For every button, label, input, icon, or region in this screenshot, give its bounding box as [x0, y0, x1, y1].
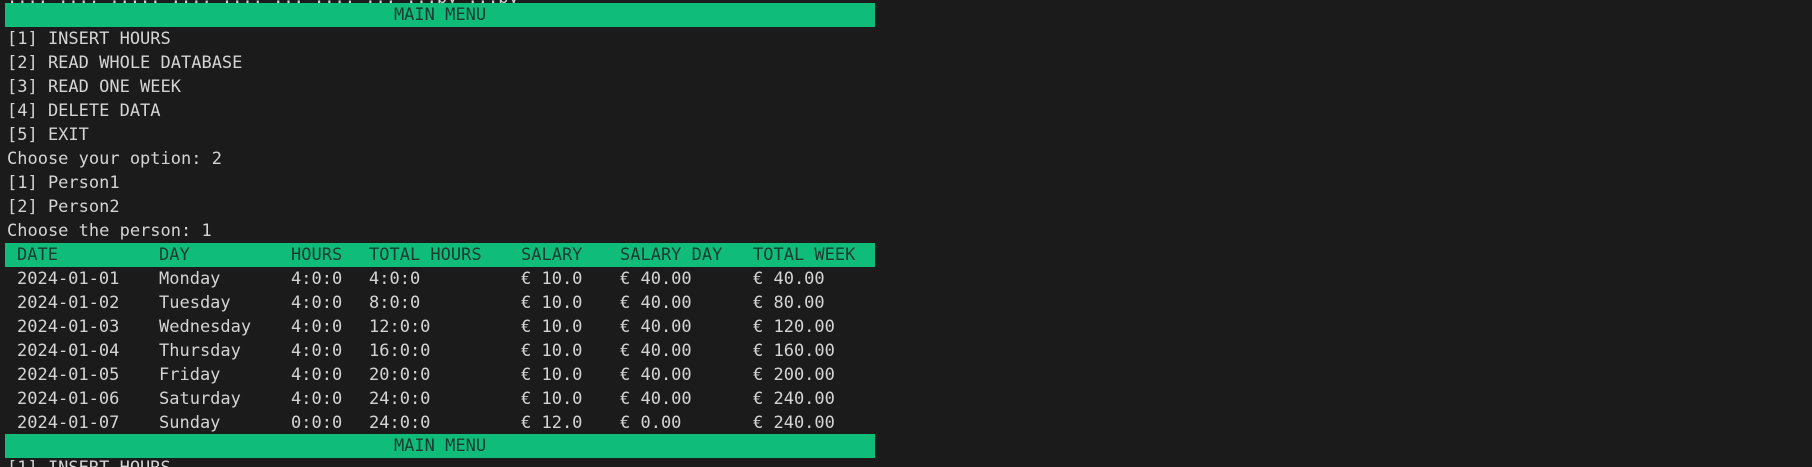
cell-hours: 4:0:0 [291, 269, 343, 289]
main-menu-banner: MAIN MENU [5, 3, 875, 27]
menu-option-delete-data: [4] DELETE DATA [7, 101, 161, 121]
cell-total-hours: 24:0:0 [369, 389, 431, 409]
header-total-week: TOTAL WEEK [753, 245, 856, 265]
header-salary-day: SALARY DAY [620, 245, 723, 265]
cell-salary-day: € 40.00 [620, 365, 692, 385]
cell-total-hours: 24:0:0 [369, 413, 431, 433]
cell-total-week: € 240.00 [753, 389, 835, 409]
cell-salary: € 10.0 [521, 341, 583, 361]
cell-salary: € 10.0 [521, 317, 583, 337]
cell-total-week: € 160.00 [753, 341, 835, 361]
cell-hours: 4:0:0 [291, 365, 343, 385]
cell-date: 2024-01-03 [17, 317, 120, 337]
table-header: DATE DAY HOURS TOTAL HOURS SALARY SALARY… [5, 243, 875, 267]
cell-salary: € 12.0 [521, 413, 583, 433]
cell-total-week: € 80.00 [753, 293, 825, 313]
cell-date: 2024-01-04 [17, 341, 120, 361]
header-salary: SALARY [521, 245, 583, 265]
cell-day: Friday [159, 365, 221, 385]
header-date: DATE [17, 245, 58, 265]
cell-salary: € 10.0 [521, 365, 583, 385]
header-total-hours: TOTAL HOURS [369, 245, 482, 265]
cell-hours: 4:0:0 [291, 389, 343, 409]
person-option-2: [2] Person2 [7, 197, 120, 217]
cell-total-week: € 200.00 [753, 365, 835, 385]
cell-salary: € 10.0 [521, 389, 583, 409]
header-day: DAY [159, 245, 190, 265]
cell-salary-day: € 40.00 [620, 293, 692, 313]
cell-date: 2024-01-07 [17, 413, 120, 433]
cell-date: 2024-01-06 [17, 389, 120, 409]
cell-hours: 4:0:0 [291, 341, 343, 361]
cell-salary-day: € 0.00 [620, 413, 682, 433]
cell-salary-day: € 40.00 [620, 389, 692, 409]
table-row: 2024-01-02 Tuesday 4:0:0 8:0:0 € 10.0 € … [5, 291, 875, 315]
cell-total-hours: 16:0:0 [369, 341, 431, 361]
table-row: 2024-01-05 Friday 4:0:0 20:0:0 € 10.0 € … [5, 363, 875, 387]
cell-salary-day: € 40.00 [620, 341, 692, 361]
cell-salary-day: € 40.00 [620, 317, 692, 337]
cell-salary: € 10.0 [521, 269, 583, 289]
cell-total-hours: 20:0:0 [369, 365, 431, 385]
menu-option-read-whole-database: [2] READ WHOLE DATABASE [7, 53, 243, 73]
terminal-window[interactable]: ...: ..., ....: ..., ..., ..._..., ..._.… [0, 0, 1812, 467]
cell-total-hours: 8:0:0 [369, 293, 421, 313]
cell-day: Sunday [159, 413, 221, 433]
cell-hours: 0:0:0 [291, 413, 343, 433]
cell-day: Monday [159, 269, 221, 289]
table-row: 2024-01-03 Wednesday 4:0:0 12:0:0 € 10.0… [5, 315, 875, 339]
cell-total-hours: 4:0:0 [369, 269, 421, 289]
header-hours: HOURS [291, 245, 343, 265]
table-row: 2024-01-07 Sunday 0:0:0 24:0:0 € 12.0 € … [5, 411, 875, 435]
menu-option-exit: [5] EXIT [7, 125, 89, 145]
cell-total-week: € 240.00 [753, 413, 835, 433]
cell-date: 2024-01-05 [17, 365, 120, 385]
cell-day: Saturday [159, 389, 241, 409]
cell-total-hours: 12:0:0 [369, 317, 431, 337]
cell-hours: 4:0:0 [291, 317, 343, 337]
person-prompt[interactable]: Choose the person: 1 [7, 219, 212, 243]
cell-date: 2024-01-02 [17, 293, 120, 313]
menu-option-insert-hours: [1] INSERT HOURS [7, 29, 171, 49]
table-row: 2024-01-06 Saturday 4:0:0 24:0:0 € 10.0 … [5, 387, 875, 411]
main-menu-banner-repeat: MAIN MENU [5, 434, 875, 458]
option-prompt[interactable]: Choose your option: 2 [7, 147, 222, 171]
next-menu-option-partial: [1] INSERT HOURS [7, 456, 171, 467]
cell-total-week: € 40.00 [753, 269, 825, 289]
menu-option-read-one-week: [3] READ ONE WEEK [7, 77, 181, 97]
cell-salary-day: € 40.00 [620, 269, 692, 289]
cell-day: Thursday [159, 341, 241, 361]
cell-date: 2024-01-01 [17, 269, 120, 289]
table-row: 2024-01-01 Monday 4:0:0 4:0:0 € 10.0 € 4… [5, 267, 875, 291]
cell-total-week: € 120.00 [753, 317, 835, 337]
cell-hours: 4:0:0 [291, 293, 343, 313]
table-row: 2024-01-04 Thursday 4:0:0 16:0:0 € 10.0 … [5, 339, 875, 363]
cell-day: Wednesday [159, 317, 252, 337]
cell-day: Tuesday [159, 293, 231, 313]
person-option-1: [1] Person1 [7, 173, 120, 193]
cell-salary: € 10.0 [521, 293, 583, 313]
